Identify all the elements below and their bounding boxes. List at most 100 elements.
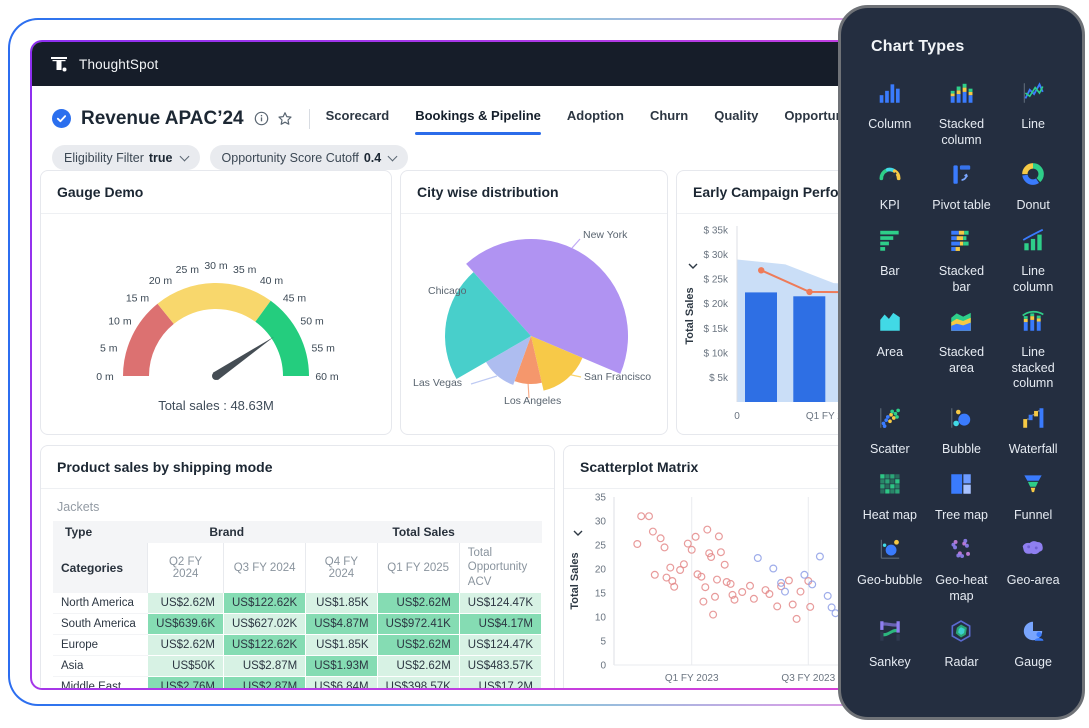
table-cell[interactable]: US$1.93M <box>306 656 377 677</box>
chart-type-radar[interactable]: Radar <box>927 618 997 671</box>
table-cell[interactable]: US$124.47K <box>459 635 541 656</box>
svg-text:55 m: 55 m <box>312 342 336 354</box>
filter-chip-opportunity-score-cutoff[interactable]: Opportunity Score Cutoff0.4 <box>210 145 409 170</box>
table-cell[interactable]: US$124.47K <box>459 593 541 614</box>
radar-icon <box>948 618 974 649</box>
table-cell[interactable]: US$122.62K <box>224 635 306 656</box>
chart-types-grid: Column Stacked columnLine KPI Pivot table Do… <box>841 62 1082 680</box>
chart-type-area[interactable]: Area <box>855 308 925 361</box>
col-header[interactable]: Q3 FY 2024 <box>224 543 306 593</box>
card-title: Scatterplot Matrix <box>580 459 698 475</box>
table-cell[interactable]: US$1.85K <box>306 593 377 614</box>
chart-type-label: Geo-heat map <box>928 573 994 604</box>
table-cell[interactable]: US$627.02K <box>224 614 306 635</box>
table-cell[interactable]: US$639.6K <box>148 614 224 635</box>
col-header[interactable]: Categories <box>53 543 148 593</box>
table-cell[interactable]: US$2.87M <box>224 656 306 677</box>
svg-text:15: 15 <box>595 589 607 600</box>
chart-type-label: Scatter <box>870 442 910 458</box>
table-cell[interactable]: US$50K <box>148 656 224 677</box>
card-title: Gauge Demo <box>57 184 143 200</box>
chart-type-label: KPI <box>880 198 900 214</box>
chart-type-label: Bar <box>880 264 899 280</box>
table-cell[interactable]: US$972.41K <box>377 614 459 635</box>
col-header[interactable]: Q4 FY 2024 <box>306 543 377 593</box>
table-cell[interactable]: US$2.62M <box>377 656 459 677</box>
chart-type-gauge[interactable]: Gauge <box>998 618 1068 671</box>
chart-type-label: Pivot table <box>932 198 990 214</box>
chart-type-funnel[interactable]: Funnel <box>998 471 1068 524</box>
filter-chip-eligibility-filter[interactable]: Eligibility Filtertrue <box>52 145 200 170</box>
svg-text:$ 35k: $ 35k <box>704 226 729 237</box>
table-cell[interactable]: US$122.62K <box>224 593 306 614</box>
tab-quality[interactable]: Quality <box>714 102 758 135</box>
table-cell[interactable]: US$2.62M <box>377 593 459 614</box>
chart-type-bubble[interactable]: Bubble <box>927 405 997 458</box>
tab-churn[interactable]: Churn <box>650 102 688 135</box>
col-group-brand: Brand <box>148 521 306 543</box>
tab-adoption[interactable]: Adoption <box>567 102 624 135</box>
chart-type-label: Stacked area <box>928 345 994 376</box>
chart-type-tree-map[interactable]: Tree map <box>927 471 997 524</box>
table-cell[interactable]: US$4.87M <box>306 614 377 635</box>
col-header[interactable]: Total Opportunity ACV <box>459 543 541 593</box>
svg-text:Total Sales: Total Sales <box>569 552 581 609</box>
chart-type-label: Radar <box>944 655 978 671</box>
svg-text:45 m: 45 m <box>283 293 307 305</box>
table-row: South AmericaUS$639.6KUS$627.02KUS$4.87M… <box>53 614 542 635</box>
info-icon[interactable] <box>254 111 269 126</box>
chevron-down-icon <box>179 151 189 161</box>
product-sales-table: TypeBrandTotal SalesCategoriesQ2 FY 2024… <box>41 521 554 688</box>
thoughtspot-logo-icon[interactable] <box>48 53 70 75</box>
tab-scorecard[interactable]: Scorecard <box>326 102 390 135</box>
chart-type-sankey[interactable]: Sankey <box>855 618 925 671</box>
table-cell[interactable]: US$2.87M <box>224 677 306 688</box>
chart-type-line-column[interactable]: Line column <box>998 227 1068 295</box>
chart-type-geo-area[interactable]: Geo-area <box>998 536 1068 589</box>
table-cell[interactable]: US$483.57K <box>459 656 541 677</box>
table-cell[interactable]: US$2.62M <box>148 635 224 656</box>
table-cell[interactable]: US$6.84M <box>306 677 377 688</box>
svg-text:Las Vegas: Las Vegas <box>413 377 462 389</box>
chart-type-donut[interactable]: Donut <box>998 161 1068 214</box>
col-header[interactable]: Q2 FY 2024 <box>148 543 224 593</box>
table-cell[interactable]: US$398.57K <box>377 677 459 688</box>
svg-text:0: 0 <box>734 411 740 422</box>
chart-type-label: Stacked column <box>928 117 994 148</box>
col-group-type: Type <box>53 521 148 543</box>
chart-type-column[interactable]: Column <box>855 80 925 133</box>
chart-type-line-stacked-column[interactable]: Line stacked column <box>998 308 1068 392</box>
svg-text:San Francisco: San Francisco <box>584 371 651 383</box>
table-cell[interactable]: US$4.17M <box>459 614 541 635</box>
chart-type-bar[interactable]: Bar <box>855 227 925 280</box>
chart-type-scatter[interactable]: Scatter <box>855 405 925 458</box>
chart-type-stacked-bar[interactable]: Stacked bar <box>927 227 997 295</box>
table-cell[interactable]: US$2.62M <box>377 635 459 656</box>
chevron-down-icon <box>388 151 398 161</box>
chart-type-waterfall[interactable]: Waterfall <box>998 405 1068 458</box>
chart-type-label: Gauge <box>1014 655 1052 671</box>
chart-type-label: Column <box>868 117 911 133</box>
table-cell[interactable]: US$1.85K <box>306 635 377 656</box>
chart-types-panel: Chart Types Column Stacked columnLine KPI P… <box>838 5 1085 720</box>
svg-text:$ 5k: $ 5k <box>709 373 729 384</box>
geo-heat-map-icon <box>948 536 974 567</box>
chart-type-stacked-area[interactable]: Stacked area <box>927 308 997 376</box>
table-cell[interactable]: US$17.2M <box>459 677 541 688</box>
chart-types-title: Chart Types <box>871 38 1082 56</box>
chart-type-pivot-table[interactable]: Pivot table <box>927 161 997 214</box>
col-header[interactable]: Q1 FY 2025 <box>377 543 459 593</box>
svg-text:25 m: 25 m <box>176 264 200 276</box>
table-cell[interactable]: US$2.62M <box>148 593 224 614</box>
chart-type-label: Funnel <box>1014 508 1052 524</box>
tab-bookings-pipeline[interactable]: Bookings & Pipeline <box>415 102 541 135</box>
chart-type-heat-map[interactable]: Heat map <box>855 471 925 524</box>
table-cell[interactable]: US$2.76M <box>148 677 224 688</box>
star-icon[interactable] <box>277 111 293 127</box>
chart-type-geo-heat-map[interactable]: Geo-heat map <box>927 536 997 604</box>
chart-type-kpi[interactable]: KPI <box>855 161 925 214</box>
chart-type-stacked-column[interactable]: Stacked column <box>927 80 997 148</box>
chart-type-line[interactable]: Line <box>998 80 1068 133</box>
chart-type-geo-bubble[interactable]: Geo-bubble <box>855 536 925 589</box>
chart-type-label: Line column <box>1000 264 1066 295</box>
